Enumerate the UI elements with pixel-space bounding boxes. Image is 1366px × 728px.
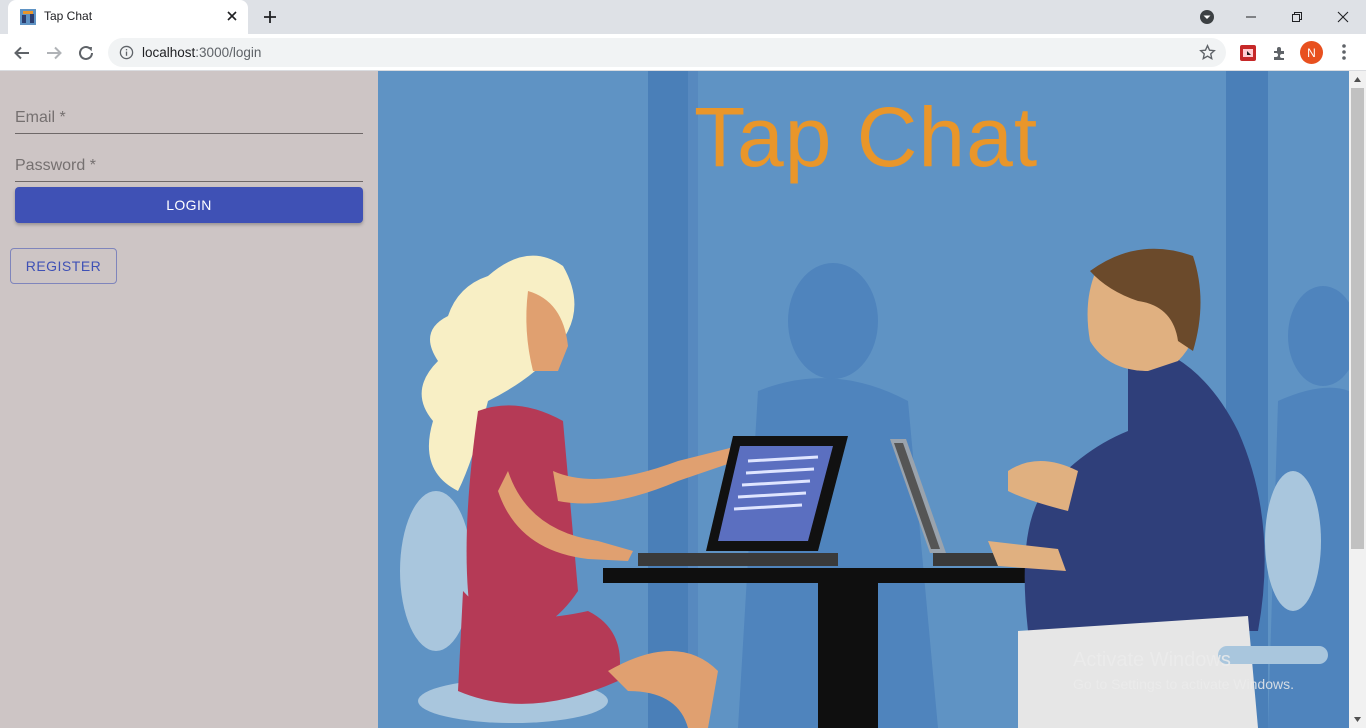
address-bar[interactable]: localhost:3000/login	[108, 38, 1226, 67]
close-icon[interactable]	[224, 8, 240, 24]
password-label: Password *	[15, 157, 96, 174]
scroll-up-icon[interactable]	[1353, 75, 1362, 84]
login-panel: Email * Password * LOGIN REGISTER	[0, 71, 378, 728]
minimize-button[interactable]	[1228, 0, 1274, 34]
close-icon	[1337, 11, 1349, 23]
page-content: Email * Password * LOGIN REGISTER Tap Ch…	[0, 71, 1366, 728]
tab-search-icon[interactable]	[1198, 8, 1216, 26]
tab-title: Tap Chat	[44, 9, 93, 23]
activation-title: Activate Windows	[1073, 649, 1231, 671]
profile-avatar[interactable]: N	[1300, 41, 1323, 64]
back-icon	[14, 46, 29, 60]
plus-icon[interactable]	[260, 7, 280, 27]
forward-icon	[47, 46, 62, 60]
browser-tab[interactable]: Tap Chat	[8, 0, 248, 34]
page-scrollbar[interactable]	[1349, 71, 1366, 728]
login-button[interactable]: LOGIN	[15, 187, 363, 223]
reload-icon	[79, 45, 93, 60]
minimize-icon	[1246, 16, 1256, 18]
info-icon[interactable]	[119, 45, 134, 60]
forward-button[interactable]	[42, 41, 66, 65]
restore-button[interactable]	[1274, 0, 1320, 34]
tab-strip: Tap Chat	[0, 0, 1366, 34]
extension-icon[interactable]	[1238, 43, 1258, 63]
back-button[interactable]	[10, 41, 34, 65]
email-field[interactable]: Email *	[15, 98, 363, 134]
reload-button[interactable]	[74, 41, 98, 65]
browser-toolbar: localhost:3000/login	[0, 34, 1366, 71]
url-host: localhost	[142, 45, 196, 60]
app-favicon-icon	[20, 9, 36, 25]
url-path: :3000/login	[195, 45, 262, 60]
activation-subtitle: Go to Settings to activate Windows.	[1073, 676, 1294, 692]
close-window-button[interactable]	[1320, 0, 1366, 34]
email-label: Email *	[15, 109, 66, 126]
password-field[interactable]: Password *	[15, 146, 363, 182]
hero-title: Tap Chat	[694, 90, 1039, 184]
url-text: localhost:3000/login	[142, 45, 261, 60]
star-icon[interactable]	[1199, 44, 1216, 61]
register-button[interactable]: REGISTER	[10, 248, 117, 284]
restore-icon	[1292, 12, 1302, 22]
puzzle-icon[interactable]	[1270, 43, 1290, 63]
scroll-thumb[interactable]	[1351, 88, 1364, 549]
menu-icon[interactable]	[1336, 43, 1352, 61]
windows-activation-watermark: Activate Windows Go to Settings to activ…	[1073, 649, 1294, 692]
hero-illustration: Tap Chat Activate Windows Go to Settings…	[378, 71, 1349, 728]
scroll-down-icon[interactable]	[1353, 715, 1362, 724]
